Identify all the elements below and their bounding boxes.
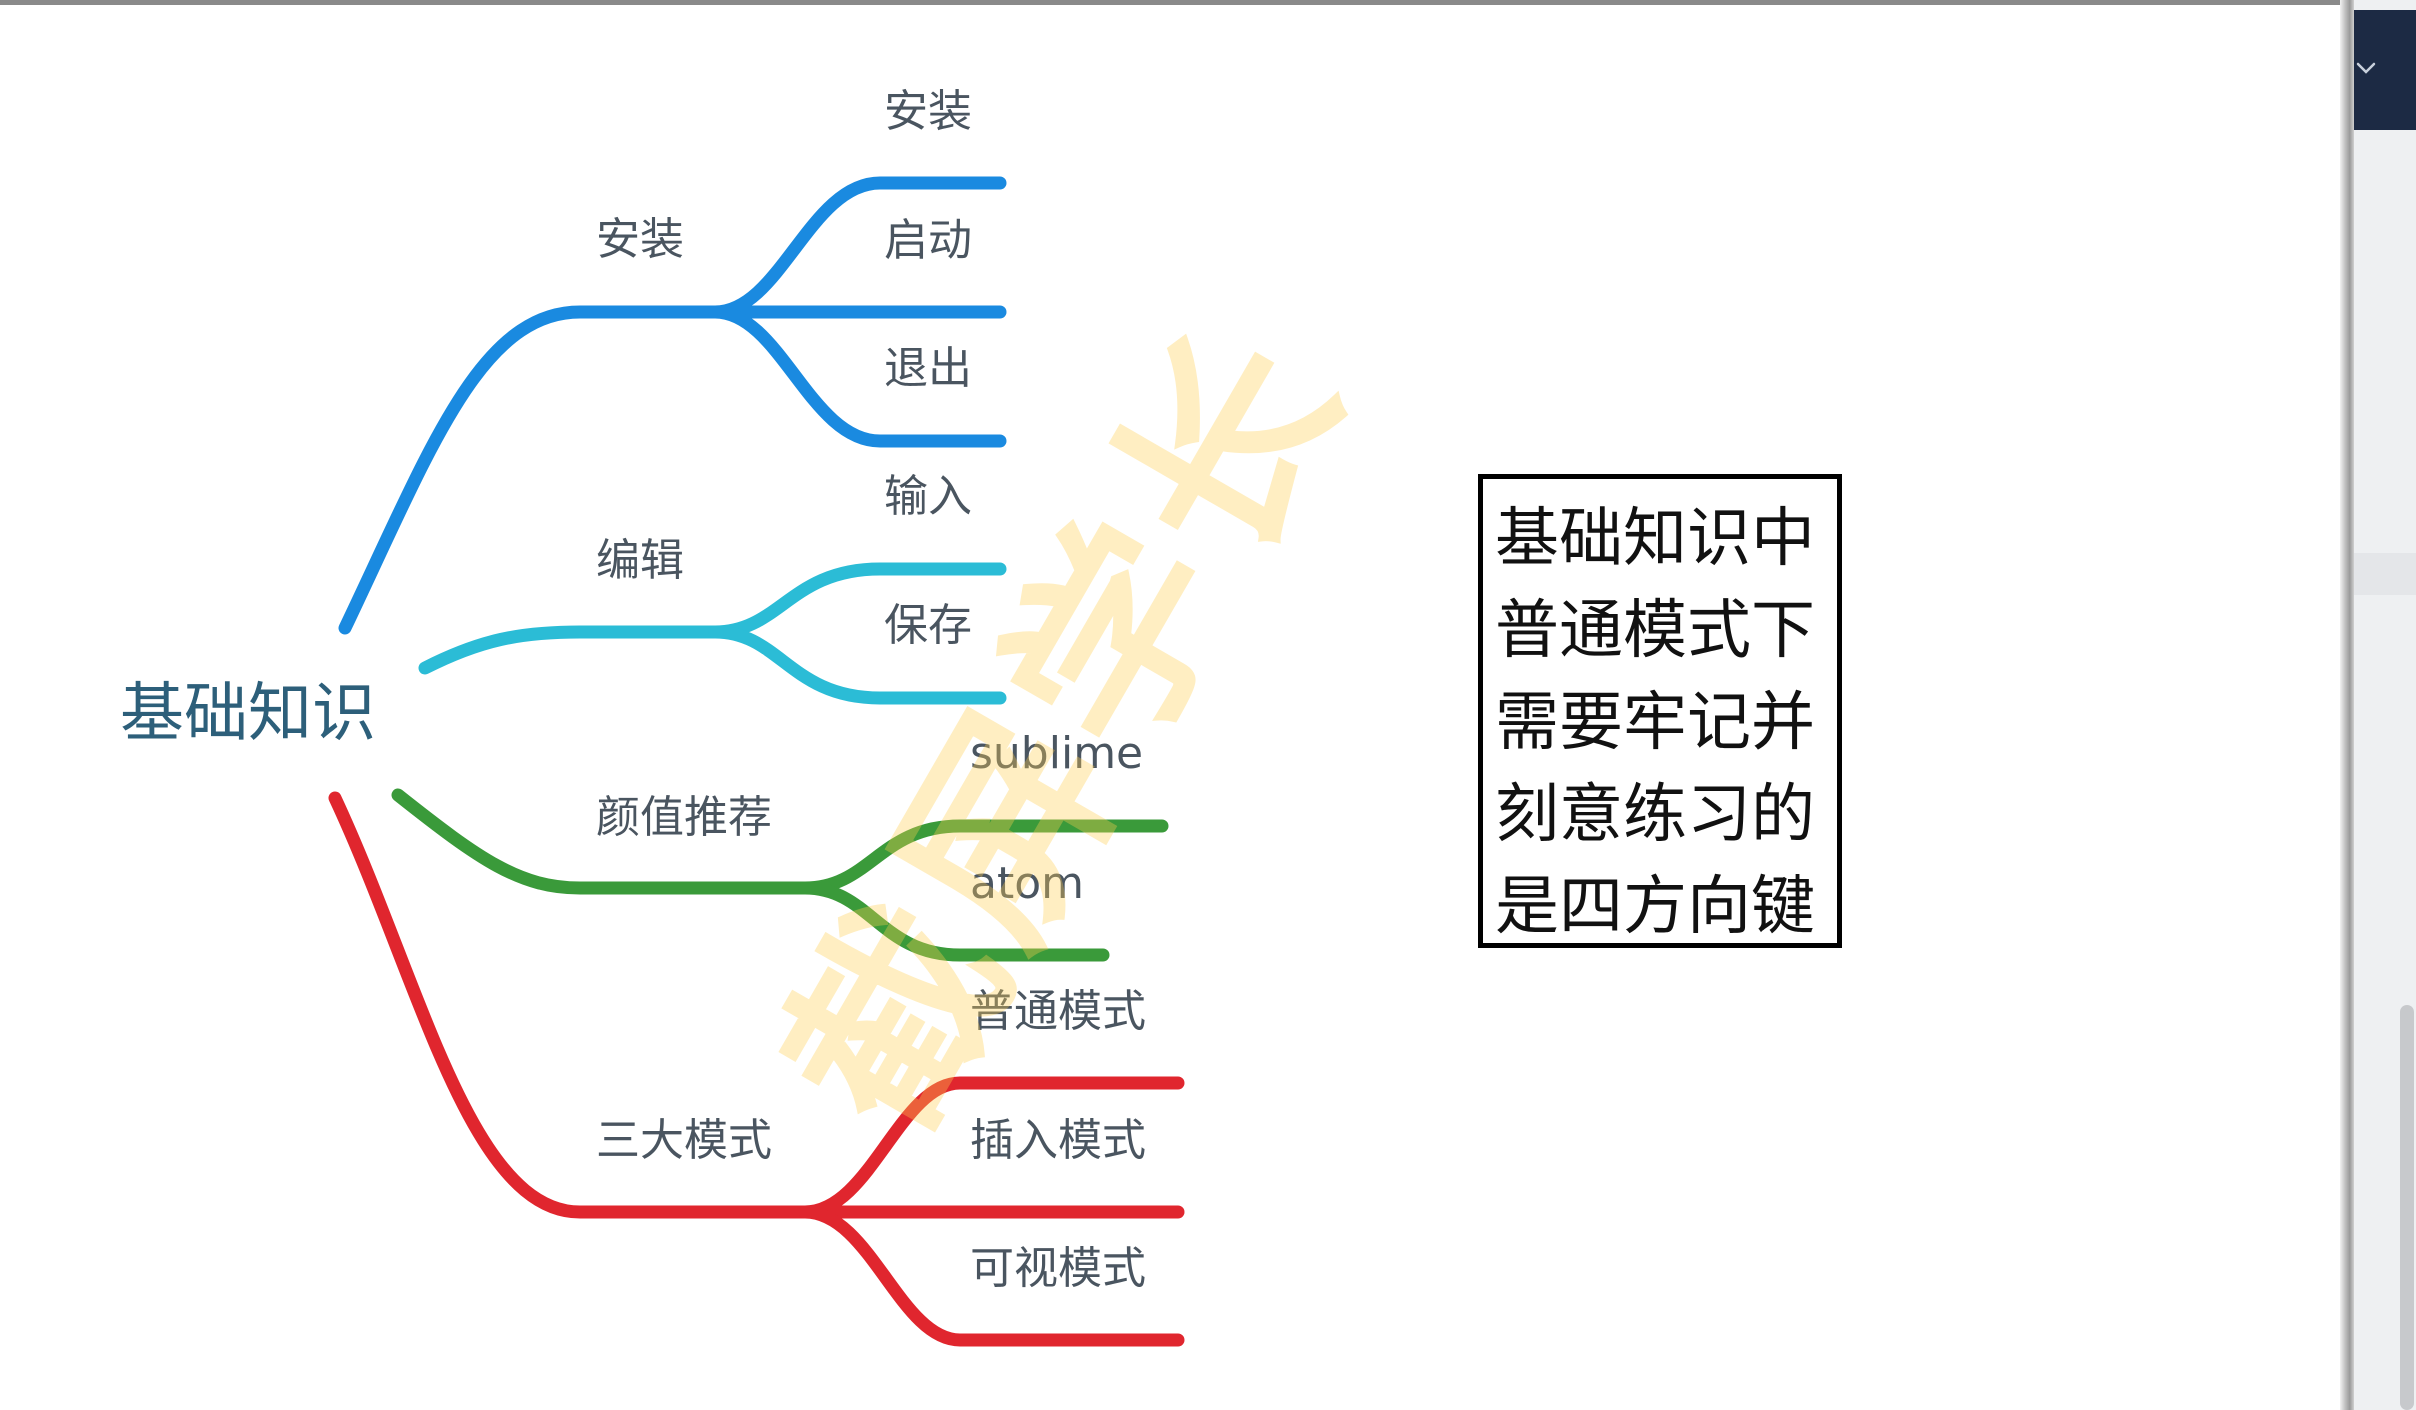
mindmap-canvas: 基础知识 安装 编辑 颜值推荐 三大模式 安装 启动 退出 输入 保存 subl… bbox=[0, 0, 2416, 1410]
note-line: 需要牢记并 bbox=[1495, 686, 1815, 760]
child-node[interactable]: 保存 bbox=[884, 600, 972, 651]
mindmap-diagram: 基础知识 安装 编辑 颜值推荐 三大模式 安装 启动 退出 输入 保存 subl… bbox=[120, 86, 1185, 1347]
connector-root-edit bbox=[418, 625, 722, 675]
collapse-button[interactable] bbox=[2354, 10, 2416, 130]
branch-label-edit[interactable]: 编辑 bbox=[596, 535, 684, 586]
note-line: 刻意练习的 bbox=[1495, 778, 1815, 852]
child-node[interactable]: sublime bbox=[970, 728, 1143, 779]
note-line: 是四方向键 bbox=[1495, 870, 1815, 944]
branch-label-install[interactable]: 安装 bbox=[596, 214, 684, 265]
child-node[interactable]: atom bbox=[970, 858, 1084, 909]
child-node[interactable]: 安装 bbox=[884, 86, 972, 137]
note-box: 基础知识中 普通模式下 需要牢记并 刻意练习的 是四方向键 bbox=[1478, 474, 1842, 948]
note-line: 普通模式下 bbox=[1495, 594, 1815, 668]
branch-label-looks[interactable]: 颜值推荐 bbox=[596, 792, 772, 843]
side-panel-band bbox=[2354, 553, 2416, 595]
child-node[interactable]: 输入 bbox=[884, 471, 972, 522]
scrollbar-thumb[interactable] bbox=[2400, 1005, 2414, 1410]
root-node[interactable]: 基础知识 bbox=[120, 677, 376, 751]
note-line: 基础知识中 bbox=[1495, 502, 1815, 576]
branch-label-modes[interactable]: 三大模式 bbox=[596, 1115, 772, 1166]
child-node[interactable]: 启动 bbox=[884, 215, 972, 266]
window-edge-shadow bbox=[2340, 0, 2354, 1410]
chevron-down-icon bbox=[2356, 62, 2376, 74]
child-node[interactable]: 普通模式 bbox=[970, 986, 1146, 1037]
child-node[interactable]: 退出 bbox=[884, 343, 972, 394]
child-node[interactable]: 可视模式 bbox=[970, 1243, 1146, 1294]
child-node[interactable]: 插入模式 bbox=[970, 1115, 1146, 1166]
